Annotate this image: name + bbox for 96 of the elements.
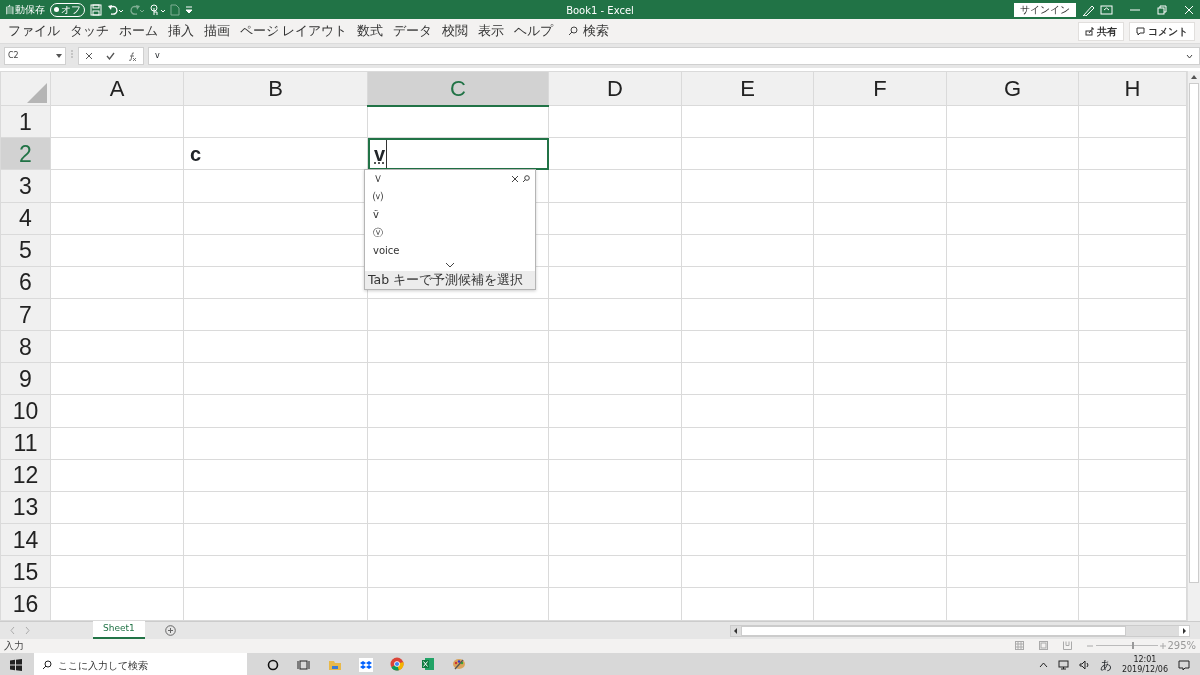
row-header[interactable]: 3 [0, 169, 51, 203]
clock-date[interactable]: 2019/12/06 [1121, 665, 1168, 675]
taskbar-search-field[interactable]: ここに入力して検索 [34, 652, 247, 675]
hint-text: Tab キーで予測候補を選択 [365, 270, 535, 290]
row-header[interactable]: 13 [0, 491, 51, 524]
search-icon[interactable] [568, 26, 579, 36]
comment-button[interactable]: コメント [1129, 21, 1195, 41]
palette-icon[interactable] [451, 657, 466, 671]
ribbon-tab[interactable]: ホーム [113, 21, 163, 41]
name-box[interactable]: C2 [4, 47, 66, 65]
check-icon[interactable] [106, 52, 115, 60]
clock-time[interactable]: 12:01 [1121, 655, 1168, 665]
start-icon[interactable] [10, 659, 22, 671]
ribbon-tab[interactable]: 表示 [473, 21, 510, 41]
ribbon-tab[interactable]: 校閲 [437, 21, 474, 41]
row-header[interactable]: 4 [0, 202, 51, 235]
formula-field[interactable]: v [148, 47, 1200, 65]
row-header[interactable]: 14 [0, 523, 51, 556]
expand-icon[interactable] [445, 262, 455, 268]
undo-icon[interactable] [107, 3, 123, 16]
touch-mode-icon[interactable] [149, 3, 165, 16]
row-header[interactable]: 1 [0, 105, 51, 138]
spreadsheet-icon[interactable] [420, 657, 435, 671]
cell-editor[interactable]: v [367, 137, 549, 170]
row-header[interactable]: 16 [0, 587, 51, 620]
browser-icon[interactable] [389, 657, 404, 671]
dropdown-icon [56, 54, 62, 58]
ribbon-tab[interactable]: 数式 [352, 21, 389, 41]
input-mode-indicator[interactable]: あ [1099, 656, 1112, 674]
autosave-label: 自動保存 [5, 3, 45, 17]
row-header[interactable]: 11 [0, 427, 51, 460]
column-header[interactable]: E [681, 71, 814, 106]
ribbon-tab[interactable]: ヘルプ [509, 21, 559, 41]
column-header[interactable]: A [50, 71, 184, 106]
function-icon[interactable] [127, 51, 137, 61]
ribbon-tab[interactable]: 描画 [198, 21, 235, 41]
horizontal-scrollbar[interactable] [730, 624, 1190, 637]
table-cell: c [183, 137, 368, 170]
row-header[interactable]: 8 [0, 330, 51, 363]
search-icon [42, 660, 52, 670]
close-icon[interactable] [1183, 3, 1195, 16]
row-header[interactable]: 5 [0, 234, 51, 267]
row-header[interactable]: 15 [0, 555, 51, 588]
expand-icon [1186, 53, 1193, 59]
cortana-icon[interactable] [265, 658, 280, 672]
cancel-icon[interactable] [85, 52, 94, 60]
volume-icon[interactable] [1078, 660, 1090, 670]
comment-icon [1136, 26, 1145, 36]
column-header[interactable]: H [1078, 71, 1187, 106]
folder-icon[interactable] [327, 658, 342, 672]
grip-icon [70, 47, 74, 61]
candidate-item[interactable]: ⓥ [365, 223, 535, 242]
sign-in-button[interactable]: サインイン [1014, 2, 1076, 17]
network-icon[interactable] [1057, 660, 1069, 670]
corner-icon [27, 83, 47, 104]
status-text: 入力 [4, 639, 24, 653]
document-icon [170, 3, 180, 16]
row-header[interactable]: 7 [0, 298, 51, 331]
share-icon [1085, 26, 1094, 36]
column-header[interactable]: D [548, 71, 682, 106]
save-icon[interactable] [90, 3, 102, 16]
search-label[interactable]: 検索 [583, 21, 610, 41]
row-header[interactable]: 9 [0, 362, 51, 395]
task-view-icon[interactable] [296, 658, 311, 672]
scroll-right-icon[interactable] [1179, 625, 1189, 636]
ribbon-display-icon[interactable] [1100, 3, 1114, 16]
ribbon-tab[interactable]: ファイル [2, 21, 65, 41]
row-header[interactable]: 2 [0, 137, 51, 170]
search-icon[interactable] [522, 174, 530, 183]
column-header[interactable]: B [183, 71, 368, 106]
vertical-scrollbar[interactable] [1187, 70, 1200, 621]
add-sheet-icon[interactable] [164, 624, 176, 636]
restore-icon[interactable] [1156, 3, 1168, 16]
candidate-item[interactable]: ⒱ [365, 187, 535, 206]
column-header[interactable]: G [946, 71, 1079, 106]
row-header[interactable]: 12 [0, 459, 51, 492]
share-button[interactable]: 共有 [1078, 21, 1124, 41]
close-icon[interactable] [511, 174, 519, 183]
ribbon-tab[interactable]: 挿入 [162, 21, 199, 41]
ribbon-tab[interactable]: ページ レイアウト [234, 21, 353, 41]
notification-icon[interactable] [1178, 659, 1190, 671]
zoom-slider[interactable] [1095, 642, 1158, 649]
column-header[interactable]: C [367, 71, 549, 106]
ribbon-tab[interactable]: データ [388, 21, 438, 41]
ribbon-tab[interactable]: タッチ [64, 21, 114, 41]
row-header[interactable]: 10 [0, 394, 51, 428]
candidate-item[interactable]: Ｖ [365, 169, 511, 188]
row-header[interactable]: 6 [0, 266, 51, 299]
dropbox-icon[interactable] [358, 658, 373, 672]
column-header[interactable]: F [813, 71, 947, 106]
redo-icon [128, 3, 144, 16]
pen-icon[interactable] [1081, 3, 1095, 16]
window-title: Book1 - Excel [566, 4, 634, 18]
chevron-up-icon[interactable] [1038, 662, 1048, 668]
customize-icon[interactable] [185, 4, 193, 15]
sheet-tab[interactable]: Sheet1 [93, 621, 145, 639]
